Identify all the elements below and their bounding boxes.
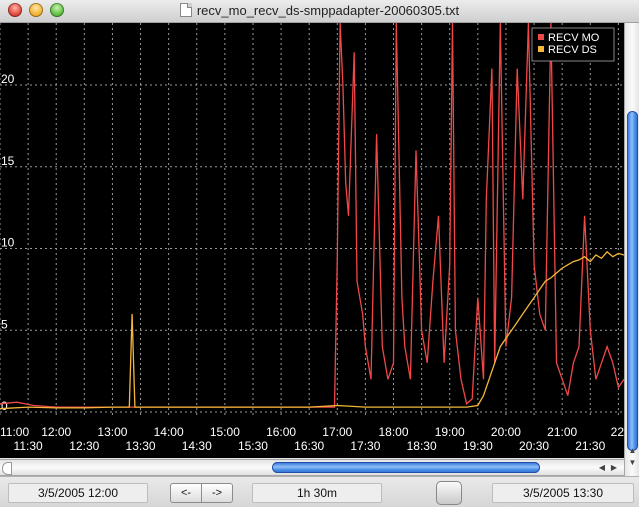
horizontal-scroll-thumb[interactable]: [272, 462, 540, 473]
x-tick-label-lower: 14:30: [182, 439, 212, 453]
x-tick-label-lower: 18:30: [407, 439, 437, 453]
x-tick-label-upper: 16:00: [266, 425, 296, 439]
x-tick-label-upper: 21:00: [547, 425, 577, 439]
x-tick-label-lower: 15:30: [238, 439, 268, 453]
y-tick-label: 5: [1, 317, 8, 331]
bottom-toolbar: 3/5/2005 12:00 <- -> 1h 30m 3/5/2005 13:…: [0, 476, 639, 507]
x-tick-label-lower: 20:30: [519, 439, 549, 453]
back-button[interactable]: <-: [170, 483, 202, 503]
horizontal-scrollbar[interactable]: ◀ ▶: [0, 459, 624, 476]
scroll-up-arrow-icon[interactable]: ▲: [625, 445, 639, 457]
x-tick-label-lower: 11:30: [14, 439, 43, 453]
legend-swatch: [538, 34, 544, 40]
end-time-field[interactable]: 3/5/2005 13:30: [492, 483, 634, 503]
x-tick-label-upper: 11:00: [0, 425, 29, 439]
x-tick-label-lower: 21:30: [575, 439, 605, 453]
legend-label: RECV MO: [548, 32, 600, 44]
x-tick-label-upper: 20:00: [491, 425, 521, 439]
y-tick-label: 10: [1, 236, 15, 250]
line-chart: 0 5 10 15 20 11:00 12:00 13:00 14:00 15:00 16:00 17…: [0, 22, 625, 458]
x-tick-label-upper: 12:00: [41, 425, 71, 439]
x-tick-label-lower: 17:30: [350, 439, 380, 453]
x-tick-label-lower: 16:30: [294, 439, 324, 453]
text-document-icon: [179, 3, 192, 17]
start-time-field[interactable]: 3/5/2005 12:00: [8, 483, 148, 503]
duration-field[interactable]: 1h 30m: [252, 483, 382, 503]
series-line-recv-mo: [0, 22, 625, 408]
legend-swatch: [538, 46, 544, 52]
scroll-right-arrow-icon[interactable]: ▶: [608, 460, 620, 475]
y-tick-label: 20: [1, 72, 15, 86]
chart-plot-area[interactable]: 0 5 10 15 20 11:00 12:00 13:00 14:00 15:00 16:00 17…: [0, 22, 625, 458]
vertical-scrollbar[interactable]: ▲ ▼: [624, 23, 639, 478]
scroll-down-arrow-icon[interactable]: ▼: [625, 457, 639, 469]
x-tick-label-upper: 15:00: [210, 425, 240, 439]
x-tick-label-upper: 17:00: [322, 425, 352, 439]
x-tick-label-upper: 18:00: [378, 425, 408, 439]
x-tick-label-upper: 22: [611, 425, 624, 439]
x-tick-label-upper: 19:00: [435, 425, 465, 439]
zoom-slider-knob[interactable]: [436, 481, 462, 505]
y-tick-label: 15: [1, 154, 15, 168]
x-tick-label-upper: 14:00: [154, 425, 184, 439]
scroll-left-arrow-icon[interactable]: ◀: [596, 460, 608, 475]
y-tick-label: 0: [1, 399, 8, 413]
vertical-scroll-thumb[interactable]: [627, 111, 638, 451]
title-bar[interactable]: recv_mo_recv_ds-smppadapter-20060305.txt: [0, 0, 639, 23]
window-title-container: recv_mo_recv_ds-smppadapter-20060305.txt: [0, 0, 639, 22]
window-title: recv_mo_recv_ds-smppadapter-20060305.txt: [196, 3, 460, 18]
app-window: recv_mo_recv_ds-smppadapter-20060305.txt…: [0, 0, 639, 507]
x-tick-label-lower: 13:30: [126, 439, 156, 453]
x-tick-label-lower: 12:30: [69, 439, 99, 453]
forward-button[interactable]: ->: [201, 483, 233, 503]
x-tick-label-lower: 19:30: [463, 439, 493, 453]
scroll-track-start: [2, 462, 12, 475]
legend-label: RECV DS: [548, 44, 597, 56]
x-tick-label-upper: 13:00: [97, 425, 127, 439]
